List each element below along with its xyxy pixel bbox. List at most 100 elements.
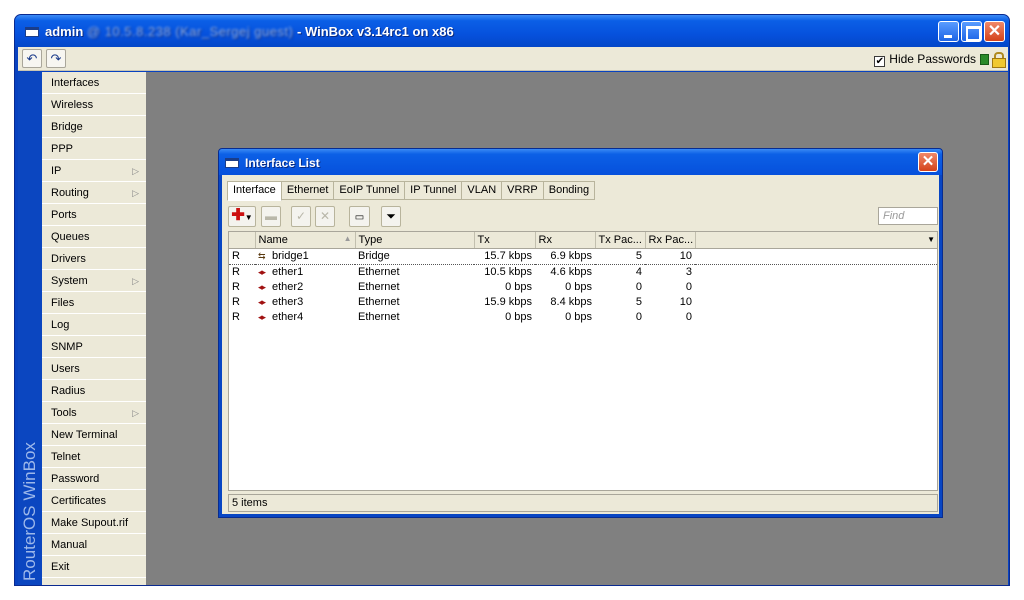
- sidebar-item-label: Log: [51, 319, 70, 331]
- maximize-button[interactable]: [961, 21, 982, 42]
- tab-ethernet[interactable]: Ethernet: [281, 181, 335, 200]
- sidebar-item-label: Exit: [51, 561, 70, 573]
- column-header-name[interactable]: Name ▲: [255, 232, 356, 249]
- sidebar-item-snmp[interactable]: SNMP: [42, 336, 146, 358]
- dialog-close-button[interactable]: ✕: [918, 152, 938, 172]
- sidebar-item-files[interactable]: Files: [42, 292, 146, 314]
- table-header: Name ▲ Type Tx Rx Tx Pac... Rx Pac... ▼: [229, 232, 937, 249]
- sidebar-item-exit[interactable]: Exit: [42, 556, 146, 578]
- cell-filler: [695, 295, 937, 310]
- tab-interface[interactable]: Interface: [227, 181, 282, 201]
- tab-vlan[interactable]: VLAN: [462, 181, 503, 200]
- check-icon: ✓: [295, 209, 307, 223]
- hide-passwords-checkbox[interactable]: ✔: [874, 56, 886, 67]
- sidebar-item-new-terminal[interactable]: New Terminal: [42, 424, 146, 446]
- cell-tx-packets: 0: [635, 310, 642, 323]
- sidebar-item-telnet[interactable]: Telnet: [42, 446, 146, 468]
- sidebar-item-ports[interactable]: Ports: [42, 204, 146, 226]
- column-selector-icon: ▼: [927, 235, 935, 245]
- cell-type: Ethernet: [358, 265, 400, 278]
- tab-bonding[interactable]: Bonding: [543, 181, 596, 200]
- table-row[interactable]: R ◂▸ ether3 Ethernet 15.9 kbps 8.4 kbps 5 10: [229, 295, 937, 310]
- window-title: admin @ 10.5.8.238 (Kar_Sergej guest) - …: [45, 24, 454, 39]
- sidebar-item-radius[interactable]: Radius: [42, 380, 146, 402]
- sidebar-item-routing[interactable]: Routing ▷: [42, 182, 146, 204]
- sidebar-item-label: Users: [51, 363, 80, 375]
- column-header-tx[interactable]: Tx: [474, 232, 536, 249]
- cell-filler: [695, 280, 937, 295]
- sidebar-item-tools[interactable]: Tools ▷: [42, 402, 146, 424]
- sidebar-item-interfaces[interactable]: Interfaces: [42, 72, 146, 94]
- sidebar-item-label: Make Supout.rif: [51, 517, 129, 529]
- title-host: @ 10.5.8.238 (Kar_Sergej guest): [86, 24, 294, 39]
- sidebar-item-ip[interactable]: IP ▷: [42, 160, 146, 182]
- sidebar-item-users[interactable]: Users: [42, 358, 146, 380]
- sidebar-item-log[interactable]: Log: [42, 314, 146, 336]
- action-bar: ✚▼ ▬ ✓ ✕ ▭ ⏷ Find: [228, 206, 938, 228]
- disable-button[interactable]: ✕: [315, 206, 335, 227]
- sidebar-item-make-supout-rif[interactable]: Make Supout.rif: [42, 512, 146, 534]
- sidebar-item-system[interactable]: System ▷: [42, 270, 146, 292]
- submenu-arrow-icon: ▷: [132, 166, 139, 176]
- dialog-titlebar[interactable]: Interface List ✕: [219, 149, 942, 175]
- enable-button[interactable]: ✓: [291, 206, 311, 227]
- column-header-type[interactable]: Type: [355, 232, 475, 249]
- brand-part2: WinBox: [20, 442, 39, 501]
- remove-button[interactable]: ▬: [261, 206, 281, 227]
- table-row[interactable]: R ⇆ bridge1 Bridge 15.7 kbps 6.9 kbps 5 10: [229, 247, 937, 265]
- column-header-tx-packets[interactable]: Tx Pac...: [595, 232, 646, 249]
- sidebar-item-label: Routing: [51, 187, 89, 199]
- interface-table: Name ▲ Type Tx Rx Tx Pac... Rx Pac... ▼ R…: [228, 231, 938, 491]
- submenu-arrow-icon: ▷: [132, 276, 139, 286]
- filter-icon: ⏷: [386, 209, 396, 223]
- column-header-rx[interactable]: Rx: [535, 232, 596, 249]
- cell-tx-packets: 5: [635, 295, 642, 308]
- table-row[interactable]: R ◂▸ ether1 Ethernet 10.5 kbps 4.6 kbps 4 3: [229, 264, 937, 280]
- brand-part1: RouterOS: [20, 505, 39, 581]
- find-input[interactable]: Find: [878, 207, 938, 225]
- cell-tx-packets: 0: [635, 280, 642, 293]
- submenu-arrow-icon: ▷: [132, 408, 139, 418]
- sidebar-item-label: Ports: [51, 209, 77, 221]
- sidebar-item-label: Manual: [51, 539, 88, 551]
- window-titlebar[interactable]: admin @ 10.5.8.238 (Kar_Sergej guest) - …: [15, 15, 1009, 47]
- minimize-button[interactable]: [938, 21, 959, 42]
- tab-eoip-tunnel[interactable]: EoIP Tunnel: [334, 181, 406, 200]
- sidebar-item-ppp[interactable]: PPP: [42, 138, 146, 160]
- sidebar-item-label: Queues: [51, 231, 90, 243]
- title-user: admin: [45, 24, 84, 39]
- add-button[interactable]: ✚▼: [228, 206, 256, 227]
- sidebar-item-wireless[interactable]: Wireless: [42, 94, 146, 116]
- cell-rx-packets: 0: [685, 280, 692, 293]
- hide-passwords-toggle[interactable]: ✔ Hide Passwords: [874, 52, 976, 67]
- column-header-rx-packets[interactable]: Rx Pac...: [645, 232, 696, 249]
- sidebar-item-certificates[interactable]: Certificates: [42, 490, 146, 512]
- dropdown-arrow-icon: ▼: [244, 213, 253, 222]
- redo-icon: ↷: [50, 51, 62, 66]
- column-header-name-label: Name: [258, 233, 288, 246]
- redo-button[interactable]: ↷: [46, 49, 66, 68]
- sidebar-item-bridge[interactable]: Bridge: [42, 116, 146, 138]
- tab-bar: Interface Ethernet EoIP Tunnel IP Tunnel VLA…: [227, 181, 596, 201]
- sidebar-item-label: Wireless: [51, 99, 94, 111]
- cell-rx: 6.9 kbps: [535, 247, 595, 265]
- filter-button[interactable]: ⏷: [381, 206, 401, 227]
- column-header-flags[interactable]: [229, 232, 256, 249]
- cell-type: Ethernet: [358, 280, 400, 293]
- sidebar-item-queues[interactable]: Queues: [42, 226, 146, 248]
- cell-type: Ethernet: [358, 310, 400, 323]
- table-row[interactable]: R ◂▸ ether4 Ethernet 0 bps 0 bps 0 0: [229, 310, 937, 325]
- sidebar-item-manual[interactable]: Manual: [42, 534, 146, 556]
- sidebar-item-drivers[interactable]: Drivers: [42, 248, 146, 270]
- comment-button[interactable]: ▭: [349, 206, 370, 227]
- cell-filler: [695, 247, 937, 265]
- sidebar-item-password[interactable]: Password: [42, 468, 146, 490]
- cell-name: ◂▸ ether4: [255, 310, 355, 325]
- tab-ip-tunnel[interactable]: IP Tunnel: [405, 181, 463, 200]
- column-selector[interactable]: ▼: [695, 232, 937, 249]
- table-row[interactable]: R ◂▸ ether2 Ethernet 0 bps 0 bps 0 0: [229, 280, 937, 295]
- minimize-icon: [939, 22, 958, 41]
- close-button[interactable]: ✕: [984, 21, 1005, 42]
- tab-vrrp[interactable]: VRRP: [502, 181, 544, 200]
- undo-button[interactable]: ↶: [22, 49, 42, 68]
